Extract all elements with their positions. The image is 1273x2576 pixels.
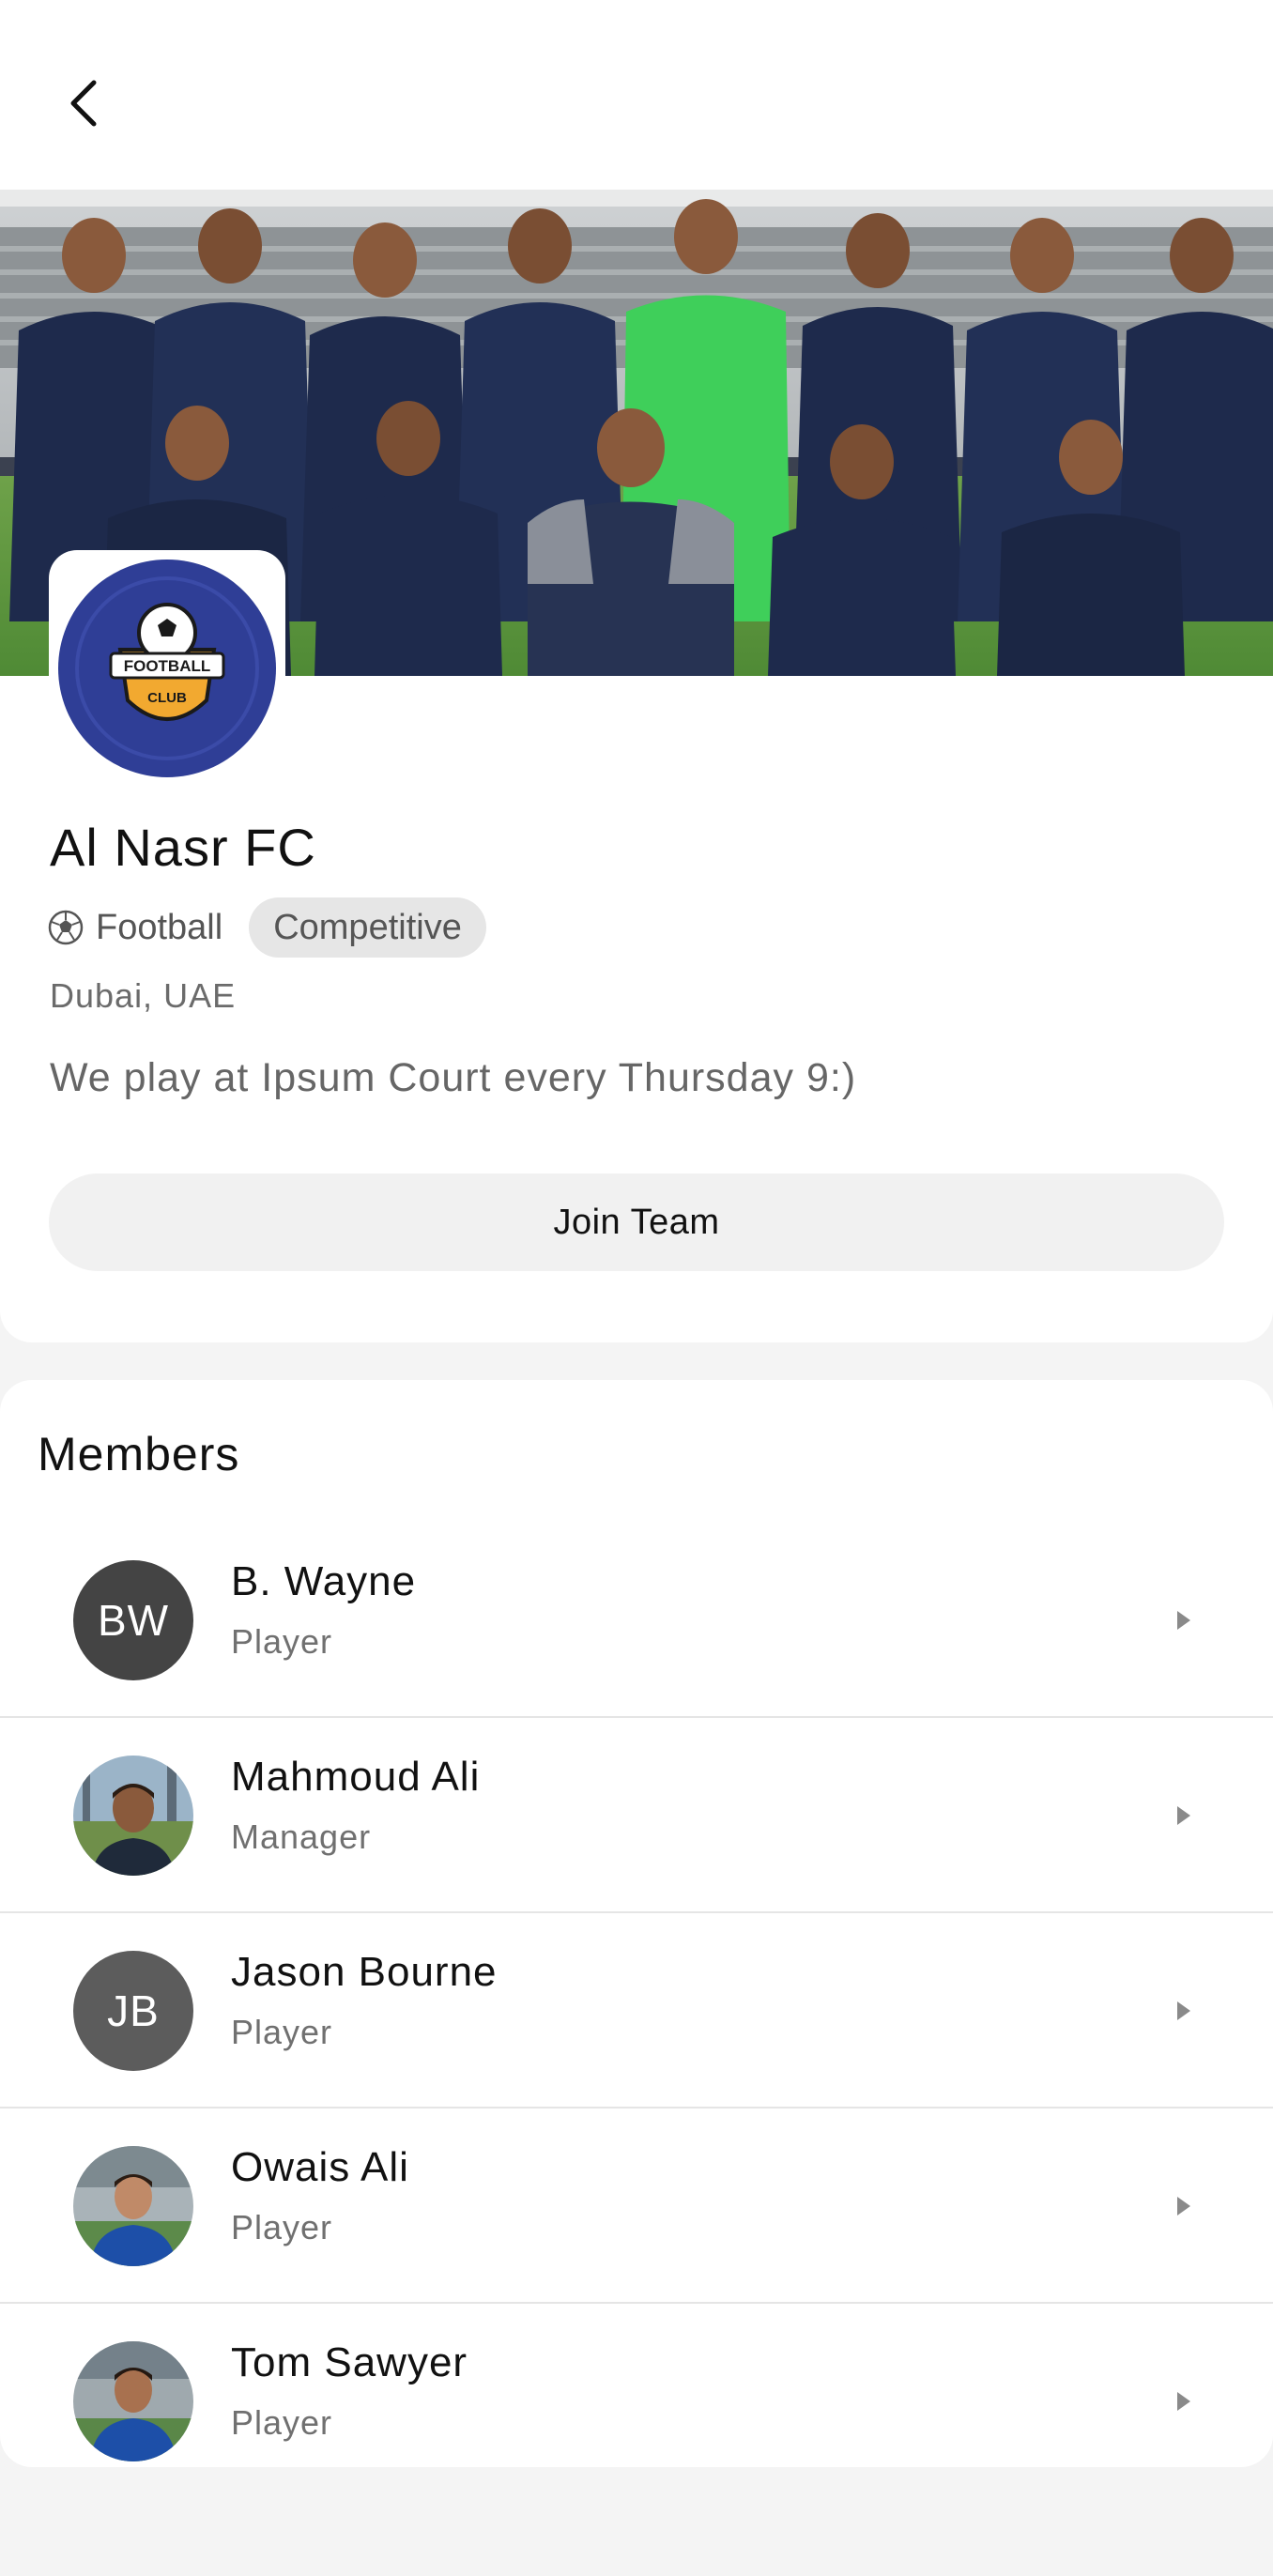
member-role: Player: [231, 2208, 333, 2246]
member-row[interactable]: BW B. Wayne Player: [0, 1523, 1273, 1718]
member-name: B. Wayne: [231, 1558, 417, 1604]
caret-right-icon: [1177, 1806, 1190, 1825]
soccer-ball-icon: [48, 910, 84, 945]
member-row[interactable]: JB Jason Bourne Player: [0, 1913, 1273, 2108]
member-name: Jason Bourne: [231, 1949, 498, 1995]
member-row[interactable]: Owais Ali Player: [0, 2108, 1273, 2304]
caret-right-icon: [1177, 2001, 1190, 2020]
members-card: Members BW B. Wayne Player Mahmoud Ali M…: [0, 1380, 1273, 2467]
svg-text:CLUB: CLUB: [147, 690, 187, 706]
team-location: Dubai, UAE: [50, 976, 237, 1015]
svg-text:FOOTBALL: FOOTBALL: [124, 657, 211, 675]
avatar-initials: BW: [97, 1596, 170, 1645]
caret-right-icon: [1177, 2392, 1190, 2411]
top-bar: [0, 0, 1273, 190]
caret-right-icon: [1177, 2197, 1190, 2216]
sport-row: Football Competitive: [47, 897, 486, 958]
member-role: Player: [231, 2403, 333, 2442]
caret-right-icon: [1177, 1611, 1190, 1630]
member-name: Owais Ali: [231, 2144, 409, 2190]
member-row[interactable]: Tom Sawyer Player: [0, 2304, 1273, 2499]
chevron-left-icon: [70, 80, 97, 127]
avatar: [73, 2146, 193, 2266]
avatar-initials: JB: [107, 1986, 160, 2035]
member-row[interactable]: Mahmoud Ali Manager: [0, 1718, 1273, 1913]
level-badge: Competitive: [249, 897, 486, 958]
sport-label: Football: [96, 907, 223, 947]
members-title: Members: [38, 1428, 240, 1480]
team-logo: FOOTBALL CLUB: [49, 550, 285, 787]
avatar: JB: [73, 1951, 193, 2071]
member-role: Manager: [231, 1817, 372, 1856]
avatar: [73, 2341, 193, 2461]
member-name: Mahmoud Ali: [231, 1754, 481, 1800]
avatar: BW: [73, 1560, 193, 1680]
join-team-button[interactable]: Join Team: [49, 1173, 1224, 1271]
avatar: [73, 1756, 193, 1876]
member-role: Player: [231, 1622, 333, 1661]
back-button[interactable]: [47, 66, 122, 141]
member-name: Tom Sawyer: [231, 2339, 468, 2385]
team-description: We play at Ipsum Court every Thursday 9:…: [50, 1055, 857, 1100]
team-name: Al Nasr FC: [50, 818, 316, 877]
member-role: Player: [231, 2013, 333, 2051]
football-club-logo-icon: FOOTBALL CLUB: [58, 560, 276, 777]
